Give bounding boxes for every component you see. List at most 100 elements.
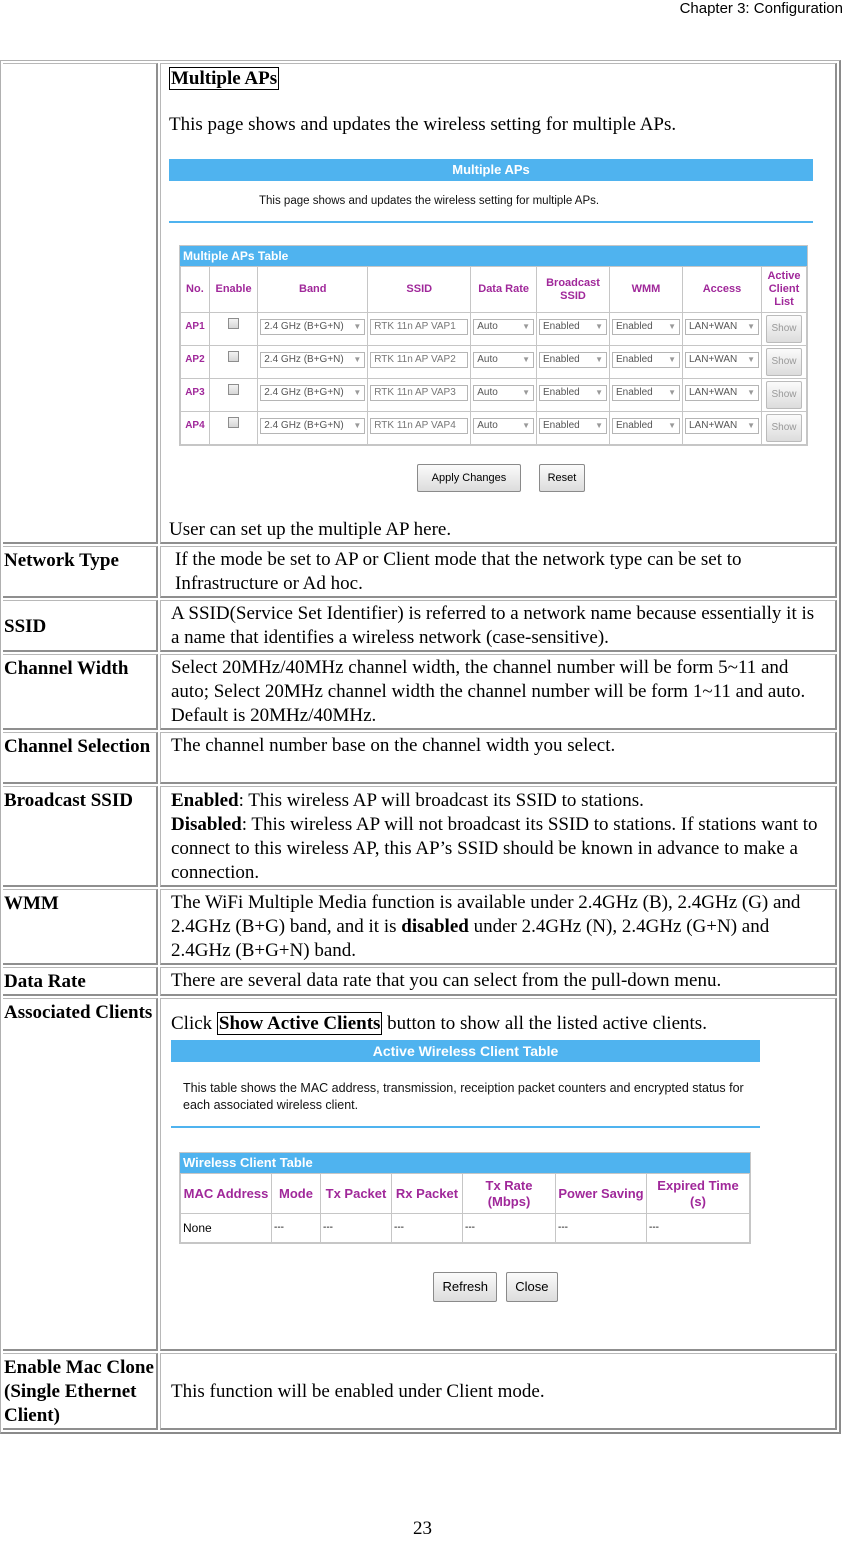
multiple-aps-subtitle: This page shows and updates the wireless…: [259, 195, 600, 207]
access-select[interactable]: LAN+WAN ▼: [685, 319, 759, 335]
col-header: Enable: [208, 266, 259, 313]
ap-number: AP3: [180, 378, 210, 412]
data-rate-select[interactable]: Auto ▼: [473, 418, 534, 434]
apply-changes-button[interactable]: Apply Changes: [416, 464, 522, 492]
ap-number: AP1: [180, 312, 210, 346]
dropdown-arrow-icon: ▼: [522, 388, 530, 397]
section-title: Multiple APs: [169, 67, 280, 90]
wmm-value: Enabled: [616, 387, 653, 398]
row-label: Data Rate: [3, 967, 158, 996]
dropdown-arrow-icon: ▼: [353, 388, 362, 397]
row-label: Channel Selection: [3, 732, 158, 784]
table-row: Data Rate There are several data rate th…: [3, 967, 837, 996]
row-label: Broadcast SSID: [3, 786, 158, 887]
active-clients-screenshot: Active Wireless Client Table This table …: [171, 1040, 760, 1302]
access-value: LAN+WAN: [689, 354, 738, 365]
enable-checkbox[interactable]: [228, 417, 240, 428]
wmm-value: Enabled: [616, 354, 653, 365]
band-value: 2.4 GHz (B+G+N): [264, 354, 344, 365]
enable-checkbox[interactable]: [228, 384, 240, 395]
client-cell: ---: [462, 1213, 556, 1243]
broadcast-select[interactable]: Enabled ▼: [539, 385, 607, 401]
show-clients-button[interactable]: Show: [766, 348, 802, 376]
ap-row: AP4 2.4 GHz (B+G+N) ▼ RTK 11n AP VAP4 Aut…: [180, 411, 807, 445]
wmm-value: Enabled: [616, 321, 653, 332]
band-value: 2.4 GHz (B+G+N): [264, 420, 344, 431]
broadcast-value: Enabled: [543, 387, 580, 398]
section-caption: User can set up the multiple AP here.: [169, 519, 452, 540]
row-label: Enable Mac Clone (Single Ethernet Client…: [3, 1353, 158, 1430]
band-value: 2.4 GHz (B+G+N): [264, 321, 344, 332]
data-rate-select[interactable]: Auto ▼: [473, 319, 534, 335]
data-rate-value: Auto: [477, 354, 498, 365]
wireless-client-table: MAC Address Mode Tx Packet Rx Packet Tx …: [180, 1173, 750, 1243]
row-description: If the mode be set to AP or Client mode …: [160, 546, 837, 598]
wmm-select[interactable]: Enabled ▼: [612, 418, 680, 434]
access-select[interactable]: LAN+WAN ▼: [685, 352, 759, 368]
wmm-select[interactable]: Enabled ▼: [612, 352, 680, 368]
reset-button[interactable]: Reset: [538, 464, 586, 492]
band-select[interactable]: 2.4 GHz (B+G+N) ▼: [260, 418, 366, 434]
wmm-select[interactable]: Enabled ▼: [612, 319, 680, 335]
ssid-input[interactable]: RTK 11n AP VAP3: [370, 385, 469, 401]
ssid-input[interactable]: RTK 11n AP VAP2: [370, 352, 469, 368]
ssid-input[interactable]: RTK 11n AP VAP1: [370, 319, 469, 335]
show-clients-button[interactable]: Show: [766, 414, 802, 442]
table-row: Multiple APs This page shows and updates…: [3, 63, 837, 544]
ap-number: AP4: [180, 411, 210, 445]
row-description: The channel number base on the channel w…: [160, 732, 837, 784]
show-clients-button[interactable]: Show: [766, 381, 802, 409]
dropdown-arrow-icon: ▼: [353, 421, 362, 430]
client-row: None --- --- --- --- --- ---: [180, 1213, 750, 1243]
col-header: Broadcast SSID: [536, 266, 610, 313]
data-rate-value: Auto: [477, 387, 498, 398]
table-row: Network Type If the mode be set to AP or…: [3, 546, 837, 598]
dropdown-arrow-icon: ▼: [668, 355, 676, 364]
dropdown-arrow-icon: ▼: [353, 355, 362, 364]
dropdown-arrow-icon: ▼: [747, 421, 755, 430]
access-value: LAN+WAN: [689, 387, 738, 398]
col-header: Active Client List: [761, 266, 807, 313]
row-description: There are several data rate that you can…: [160, 967, 837, 996]
data-rate-select[interactable]: Auto ▼: [473, 352, 534, 368]
multiple-aps-table-title: Multiple APs Table: [180, 246, 807, 266]
ssid-input[interactable]: RTK 11n AP VAP4: [370, 418, 469, 434]
col-header: Access: [682, 266, 762, 313]
enabled-description: : This wireless AP will broadcast its SS…: [238, 790, 644, 811]
client-cell: None: [180, 1213, 272, 1243]
show-clients-button[interactable]: Show: [766, 315, 802, 343]
refresh-button[interactable]: Refresh: [433, 1272, 497, 1302]
show-active-clients-ref: Show Active Clients: [216, 1012, 383, 1035]
broadcast-select[interactable]: Enabled ▼: [539, 319, 607, 335]
wmm-text-bold: disabled: [401, 916, 469, 937]
client-cell: ---: [646, 1213, 750, 1243]
assoc-text-after: button to show all the listed active cli…: [382, 1013, 707, 1034]
access-select[interactable]: LAN+WAN ▼: [685, 385, 759, 401]
ap-row: AP3 2.4 GHz (B+G+N) ▼ RTK 11n AP VAP3 Aut…: [180, 378, 807, 412]
band-select[interactable]: 2.4 GHz (B+G+N) ▼: [260, 352, 366, 368]
data-rate-select[interactable]: Auto ▼: [473, 385, 534, 401]
broadcast-select[interactable]: Enabled ▼: [539, 418, 607, 434]
access-select[interactable]: LAN+WAN ▼: [685, 418, 759, 434]
wmm-select[interactable]: Enabled ▼: [612, 385, 680, 401]
row-description: A SSID(Service Set Identifier) is referr…: [160, 600, 837, 652]
band-select[interactable]: 2.4 GHz (B+G+N) ▼: [260, 385, 366, 401]
close-button[interactable]: Close: [506, 1272, 558, 1302]
page-number: 23: [413, 1518, 432, 1539]
enable-checkbox[interactable]: [228, 351, 240, 362]
section-intro: This page shows and updates the wireless…: [169, 114, 677, 135]
row-description: Select 20MHz/40MHz channel width, the ch…: [160, 654, 837, 730]
row-label: [3, 63, 158, 544]
dropdown-arrow-icon: ▼: [522, 322, 530, 331]
dropdown-arrow-icon: ▼: [595, 322, 603, 331]
table-row: Channel Selection The channel number bas…: [3, 732, 837, 784]
broadcast-select[interactable]: Enabled ▼: [539, 352, 607, 368]
row-description: This function will be enabled under Clie…: [160, 1353, 837, 1430]
dropdown-arrow-icon: ▼: [595, 355, 603, 364]
enable-checkbox[interactable]: [228, 318, 240, 329]
table-row: SSID A SSID(Service Set Identifier) is r…: [3, 600, 837, 652]
client-cell: ---: [320, 1213, 392, 1243]
multiple-aps-banner: Multiple APs: [169, 159, 813, 181]
col-header: SSID: [367, 266, 472, 313]
band-select[interactable]: 2.4 GHz (B+G+N) ▼: [260, 319, 366, 335]
